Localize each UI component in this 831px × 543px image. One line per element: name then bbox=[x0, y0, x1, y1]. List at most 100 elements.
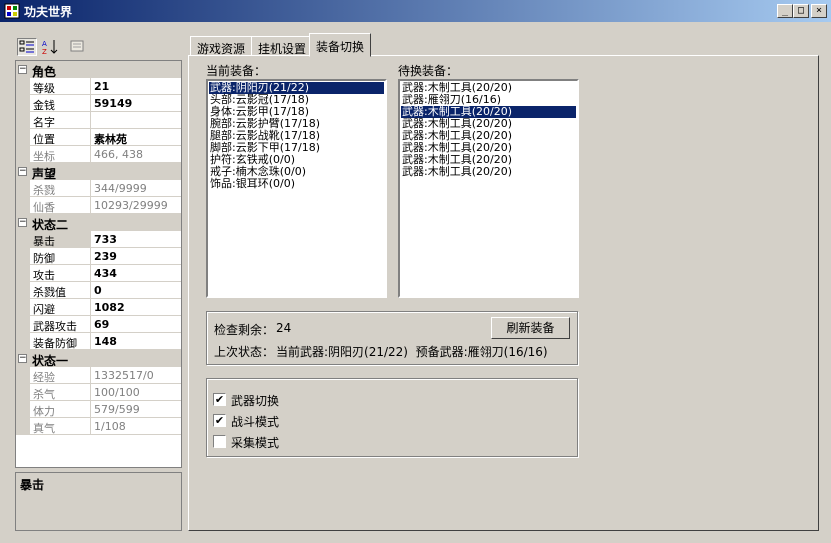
property-value[interactable]: 434 bbox=[91, 265, 181, 282]
last-status-text: 当前武器:阴阳刃(21/22) 预备武器:雁翎刀(16/16) bbox=[276, 345, 548, 359]
property-row[interactable]: 杀戮 344/9999 bbox=[16, 180, 181, 197]
pending-equipment-label: 待换装备： bbox=[398, 64, 459, 78]
row-gutter bbox=[16, 112, 30, 129]
row-gutter bbox=[16, 418, 30, 435]
property-name: 坐标 bbox=[30, 146, 91, 163]
check-remaining-value: 24 bbox=[276, 321, 292, 335]
title-bar: 功夫世界 _ □ × bbox=[0, 0, 831, 22]
property-row[interactable]: 防御 239 bbox=[16, 248, 181, 265]
property-value[interactable]: 21 bbox=[91, 78, 181, 95]
app-icon bbox=[4, 3, 20, 19]
property-value[interactable]: 69 bbox=[91, 316, 181, 333]
category-row[interactable]: − 声望 bbox=[16, 163, 181, 181]
property-name: 位置 bbox=[30, 129, 91, 146]
property-value[interactable]: 0 bbox=[91, 282, 181, 299]
property-name: 攻击 bbox=[30, 265, 91, 282]
option-checkbox[interactable]: ✔ bbox=[213, 393, 226, 406]
row-gutter bbox=[16, 180, 30, 197]
property-row[interactable]: 体力 579/599 bbox=[16, 401, 181, 418]
property-name: 杀戮值 bbox=[30, 282, 91, 299]
property-grid[interactable]: − 角色 等级 21 金钱 59149 名字 位置 素林苑 坐标 466, 438− 声望 杀戮 344/… bbox=[15, 60, 182, 468]
tab-equipment-switch[interactable]: 装备切换 bbox=[309, 33, 372, 57]
property-row[interactable]: 等级 21 bbox=[16, 78, 181, 95]
collapse-icon[interactable]: − bbox=[18, 65, 27, 74]
window-title: 功夫世界 bbox=[24, 5, 73, 19]
property-name: 杀戮 bbox=[30, 180, 91, 197]
collapse-icon[interactable]: − bbox=[18, 354, 27, 363]
property-name: 防御 bbox=[30, 248, 91, 265]
refresh-equipment-button[interactable]: 刷新装备 bbox=[491, 317, 570, 339]
pending-equipment-list[interactable]: 武器:木制工具(20/20) 武器:雁翎刀(16/16) 武器:木制工具(20/20… bbox=[398, 79, 579, 298]
property-value[interactable]: 1332517/0 bbox=[91, 367, 181, 384]
last-status-label: 上次状态： bbox=[214, 345, 275, 359]
property-value[interactable]: 239 bbox=[91, 248, 181, 265]
property-value[interactable]: 148 bbox=[91, 333, 181, 350]
property-value[interactable] bbox=[91, 112, 181, 129]
row-gutter bbox=[16, 265, 30, 282]
property-pages-icon bbox=[70, 40, 84, 52]
property-value[interactable]: 1/108 bbox=[91, 418, 181, 435]
property-value[interactable]: 100/100 bbox=[91, 384, 181, 401]
row-gutter bbox=[16, 316, 30, 333]
tab-game-resources[interactable]: 游戏资源 bbox=[190, 36, 253, 56]
option-label[interactable]: 武器切换 bbox=[231, 392, 279, 409]
property-row[interactable]: 名字 bbox=[16, 112, 181, 129]
property-row[interactable]: 攻击 434 bbox=[16, 265, 181, 282]
property-value[interactable]: 10293/29999 bbox=[91, 197, 181, 214]
property-row[interactable]: 金钱 59149 bbox=[16, 95, 181, 112]
category-row[interactable]: − 状态一 bbox=[16, 350, 181, 368]
tab-idle-settings[interactable]: 挂机设置 bbox=[251, 36, 314, 56]
property-pages-button[interactable] bbox=[68, 38, 88, 56]
list-item[interactable]: 武器:木制工具(20/20) bbox=[401, 166, 576, 178]
collapse-icon[interactable]: − bbox=[18, 167, 27, 176]
property-row[interactable]: 经验 1332517/0 bbox=[16, 367, 181, 384]
property-row[interactable]: 坐标 466, 438 bbox=[16, 146, 181, 163]
categorized-icon bbox=[19, 40, 34, 53]
option-label[interactable]: 战斗模式 bbox=[231, 413, 279, 430]
property-row[interactable]: 装备防御 148 bbox=[16, 333, 181, 350]
property-value[interactable]: 466, 438 bbox=[91, 146, 181, 163]
property-name: 金钱 bbox=[30, 95, 91, 112]
row-gutter bbox=[16, 384, 30, 401]
category-row[interactable]: − 角色 bbox=[16, 61, 181, 79]
row-gutter bbox=[16, 333, 30, 350]
property-value[interactable]: 344/9999 bbox=[91, 180, 181, 197]
property-row[interactable]: 仙香 10293/29999 bbox=[16, 197, 181, 214]
maximize-button[interactable]: □ bbox=[793, 4, 809, 18]
collapse-icon[interactable]: − bbox=[18, 218, 27, 227]
property-row[interactable]: 闪避 1082 bbox=[16, 299, 181, 316]
row-gutter bbox=[16, 197, 30, 214]
option-checkbox[interactable]: ✔ bbox=[213, 414, 226, 427]
row-gutter bbox=[16, 299, 30, 316]
property-value[interactable]: 579/599 bbox=[91, 401, 181, 418]
property-name: 闪避 bbox=[30, 299, 91, 316]
property-value[interactable]: 素林苑 bbox=[91, 129, 181, 146]
property-row[interactable]: 杀戮值 0 bbox=[16, 282, 181, 299]
property-row[interactable]: 真气 1/108 bbox=[16, 418, 181, 435]
property-value[interactable]: 1082 bbox=[91, 299, 181, 316]
alphabetical-view-button[interactable]: A Z bbox=[40, 38, 60, 56]
property-value[interactable]: 59149 bbox=[91, 95, 181, 112]
property-name: 仙香 bbox=[30, 197, 91, 214]
property-name: 体力 bbox=[30, 401, 91, 418]
svg-text:Z: Z bbox=[42, 48, 47, 56]
property-row[interactable]: 暴击 733 bbox=[16, 231, 181, 248]
option-label[interactable]: 采集模式 bbox=[231, 434, 279, 451]
property-row[interactable]: 位置 素林苑 bbox=[16, 129, 181, 146]
categorized-view-button[interactable] bbox=[17, 38, 37, 56]
property-name: 名字 bbox=[30, 112, 91, 129]
close-button[interactable]: × bbox=[811, 4, 827, 18]
property-name: 武器攻击 bbox=[30, 316, 91, 333]
option-checkbox[interactable] bbox=[213, 435, 226, 448]
category-row[interactable]: − 状态二 bbox=[16, 214, 181, 232]
property-value[interactable]: 733 bbox=[91, 231, 181, 248]
row-gutter bbox=[16, 282, 30, 299]
property-row[interactable]: 杀气 100/100 bbox=[16, 384, 181, 401]
property-name: 装备防御 bbox=[30, 333, 91, 350]
current-equipment-list[interactable]: 武器:阴阳刃(21/22) 头部:云影冠(17/18) 身体:云影甲(17/18) 腕… bbox=[206, 79, 387, 298]
property-row[interactable]: 武器攻击 69 bbox=[16, 316, 181, 333]
list-item[interactable]: 饰品:银耳环(0/0) bbox=[209, 178, 384, 190]
description-panel: 暴击 bbox=[15, 472, 182, 531]
minimize-button[interactable]: _ bbox=[777, 4, 793, 18]
property-name: 经验 bbox=[30, 367, 91, 384]
